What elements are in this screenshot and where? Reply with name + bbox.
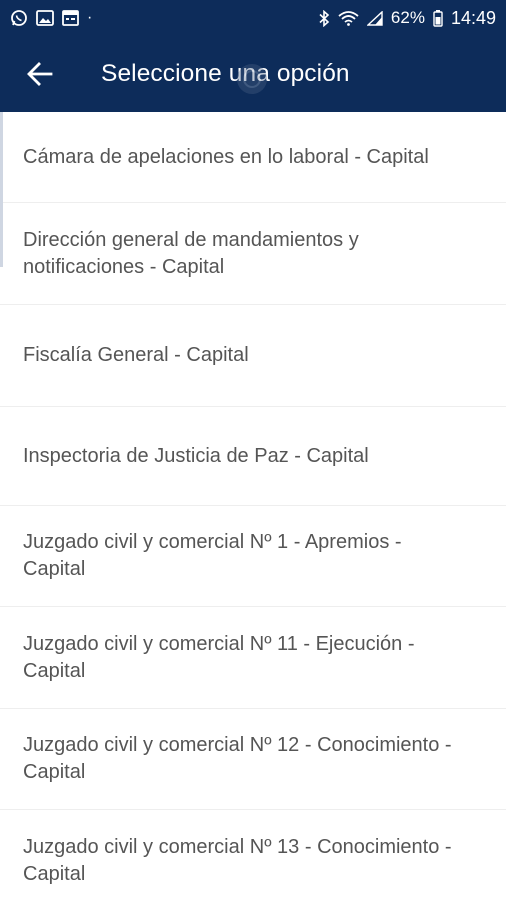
- list-item-label: Cámara de apelaciones en lo laboral - Ca…: [23, 145, 429, 168]
- app-bar: Seleccione una opción: [0, 36, 506, 112]
- whatsapp-icon: [10, 9, 28, 27]
- status-bar-right: 62% 14:49: [319, 8, 496, 29]
- list-item[interactable]: Dirección general de mandamientos y noti…: [0, 203, 506, 305]
- gallery-icon: [36, 10, 54, 26]
- list-item[interactable]: Fiscalía General - Capital: [0, 305, 506, 407]
- signal-icon: [366, 10, 383, 26]
- clock: 14:49: [450, 7, 496, 28]
- list-item-label: Dirección general de mandamientos y noti…: [23, 228, 359, 278]
- list-item[interactable]: Juzgado civil y comercial Nº 12 - Conoci…: [0, 709, 506, 810]
- options-list: Cámara de apelaciones en lo laboral - Ca…: [0, 112, 506, 900]
- bluetooth-icon: [319, 9, 330, 27]
- wifi-icon: [338, 10, 359, 26]
- battery-percent: 62%: [390, 8, 425, 27]
- status-bar-left: ·: [10, 9, 92, 27]
- list-item-label: Juzgado civil y comercial Nº 11 - Ejecuc…: [23, 632, 415, 682]
- list-item-label: Juzgado civil y comercial Nº 1 - Apremio…: [23, 531, 402, 580]
- list-item[interactable]: Juzgado civil y comercial Nº 13 - Conoci…: [0, 810, 506, 900]
- back-button[interactable]: [12, 46, 68, 102]
- calendar-icon: [62, 10, 79, 26]
- notification-dot: ·: [87, 9, 93, 26]
- arrow-left-icon: [27, 62, 53, 86]
- battery-icon: [433, 9, 443, 27]
- list-item[interactable]: Inspectoria de Justicia de Paz - Capital: [0, 407, 506, 506]
- list-item-label: Fiscalía General - Capital: [23, 344, 249, 366]
- whatsapp-overlay-icon: [235, 62, 269, 101]
- list-item[interactable]: Cámara de apelaciones en lo laboral - Ca…: [0, 112, 506, 203]
- list-item-label: Juzgado civil y comercial Nº 12 - Conoci…: [23, 734, 452, 783]
- list-item[interactable]: Juzgado civil y comercial Nº 11 - Ejecuc…: [0, 607, 506, 709]
- edge-panel-handle[interactable]: [0, 112, 3, 267]
- list-item-label: Juzgado civil y comercial Nº 13 - Conoci…: [23, 835, 452, 885]
- list-item[interactable]: Juzgado civil y comercial Nº 1 - Apremio…: [0, 506, 506, 607]
- status-bar: · 62% 14:49: [0, 0, 506, 36]
- list-item-label: Inspectoria de Justicia de Paz - Capital: [23, 444, 369, 467]
- page-title: Seleccione una opción: [101, 60, 350, 87]
